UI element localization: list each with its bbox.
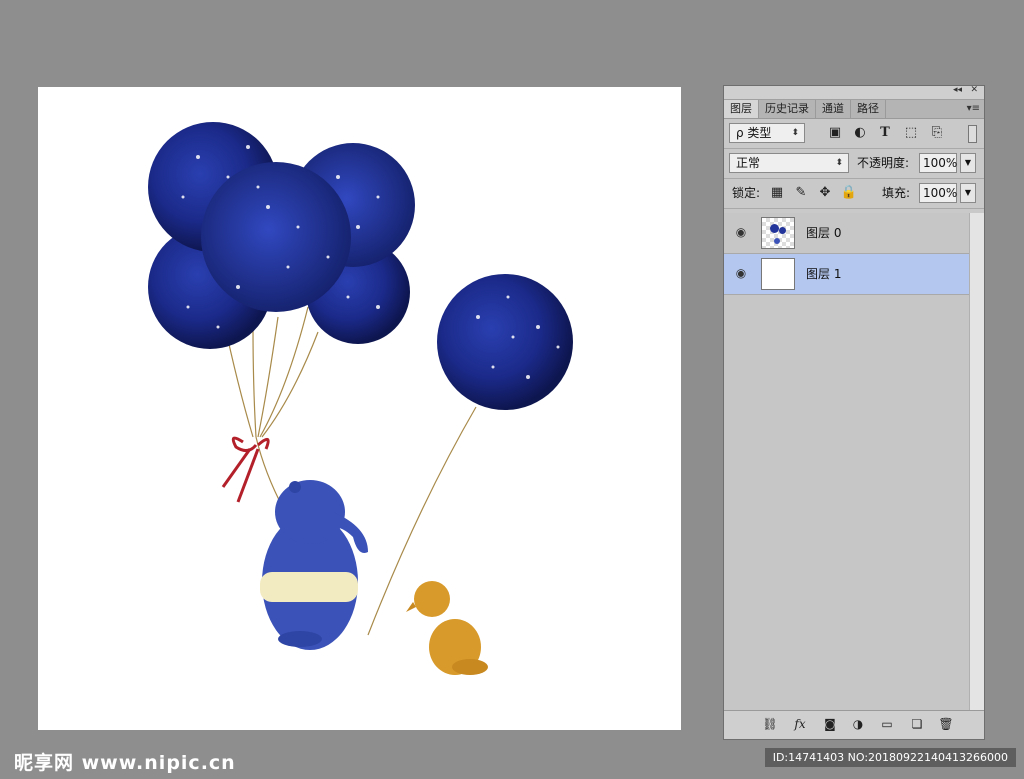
document-canvas[interactable]	[38, 87, 681, 730]
mask-icon[interactable]: ◙	[820, 715, 840, 733]
layer-thumbnail	[761, 258, 795, 290]
layer-name: 图层 1	[806, 267, 842, 281]
image-filter-icon[interactable]: ▣	[826, 124, 844, 142]
fill-label: 填充:	[882, 186, 911, 200]
opacity-label: 不透明度:	[857, 156, 910, 170]
filter-row: ρ 类型 ⬍ ▣ ◐ T ⬚ ⎘	[724, 119, 984, 149]
filter-kind-select[interactable]: ρ 类型 ⬍	[729, 123, 805, 143]
lock-row: 锁定: ▦ ✎ ✥ 🔒 填充: 100% ▼	[724, 179, 984, 209]
eye-icon[interactable]: ◉	[732, 264, 750, 282]
trash-icon[interactable]: 🗑	[936, 715, 956, 733]
layers-scrollbar[interactable]	[969, 213, 984, 710]
layers-list: ◉ 图层 0 ◉ 图层 1	[724, 213, 984, 710]
close-icon[interactable]: ✕	[970, 85, 978, 95]
tab-channels[interactable]: 通道	[816, 100, 851, 118]
lock-label: 锁定:	[732, 186, 761, 200]
link-icon[interactable]: ⛓	[760, 715, 780, 733]
tab-paths[interactable]: 路径	[851, 100, 886, 118]
blend-mode-select[interactable]: 正常 ⬍	[729, 153, 849, 173]
watermark-right: ID:14741403 NO:20180922140413266000	[764, 748, 1016, 767]
eye-icon[interactable]: ◉	[732, 223, 750, 241]
layer-row[interactable]: ◉ 图层 0	[724, 213, 984, 254]
folder-icon[interactable]: ▭	[877, 715, 897, 733]
lock-transparent-icon[interactable]: ▦	[768, 184, 786, 202]
fill-dropdown-icon[interactable]: ▼	[960, 183, 976, 203]
filter-kind-label: ρ 类型	[736, 126, 772, 140]
tab-layers[interactable]: 图层	[724, 100, 759, 118]
lock-all-icon[interactable]: 🔒	[840, 184, 858, 202]
layers-panel: ◂◂ ✕ 图层 历史记录 通道 路径 ▾≡ ρ 类型 ⬍ ▣ ◐ T ⬚ ⎘ 正…	[723, 85, 985, 740]
lock-brush-icon[interactable]: ✎	[792, 184, 810, 202]
layer-row-selected[interactable]: ◉ 图层 1	[724, 254, 984, 295]
panel-tabs: 图层 历史记录 通道 路径 ▾≡	[724, 100, 984, 119]
layer-name: 图层 0	[806, 226, 842, 240]
stepper-icon: ⬍	[791, 128, 799, 138]
fill-input[interactable]: 100%	[919, 183, 957, 203]
watermark-left: 昵享网 www.nipic.cn	[14, 752, 236, 774]
shape-filter-icon[interactable]: ⬚	[902, 124, 920, 142]
panel-titlebar: ◂◂ ✕	[724, 85, 984, 100]
filter-toggle[interactable]	[968, 125, 977, 143]
new-layer-icon[interactable]: ❏	[907, 715, 927, 733]
blend-row: 正常 ⬍ 不透明度: 100% ▼	[724, 149, 984, 179]
layer-thumbnail	[761, 217, 795, 249]
smart-object-filter-icon[interactable]: ⎘	[928, 124, 946, 142]
lock-move-icon[interactable]: ✥	[816, 184, 834, 202]
blend-mode-label: 正常	[736, 156, 761, 170]
opacity-dropdown-icon[interactable]: ▼	[960, 153, 976, 173]
collapse-icon[interactable]: ◂◂	[953, 85, 962, 95]
fx-icon[interactable]: fx	[790, 715, 810, 733]
panel-menu-icon[interactable]: ▾≡	[967, 100, 980, 118]
adjustment-filter-icon[interactable]: ◐	[851, 124, 869, 142]
adjustment-icon[interactable]: ◑	[848, 715, 868, 733]
stepper-icon: ⬍	[835, 158, 843, 168]
tab-history[interactable]: 历史记录	[759, 100, 816, 118]
opacity-input[interactable]: 100%	[919, 153, 957, 173]
panel-bottom-bar: ⛓ fx ◙ ◑ ▭ ❏ 🗑	[724, 710, 984, 739]
illustration-balloons	[148, 122, 573, 675]
type-filter-icon[interactable]: T	[876, 124, 894, 142]
